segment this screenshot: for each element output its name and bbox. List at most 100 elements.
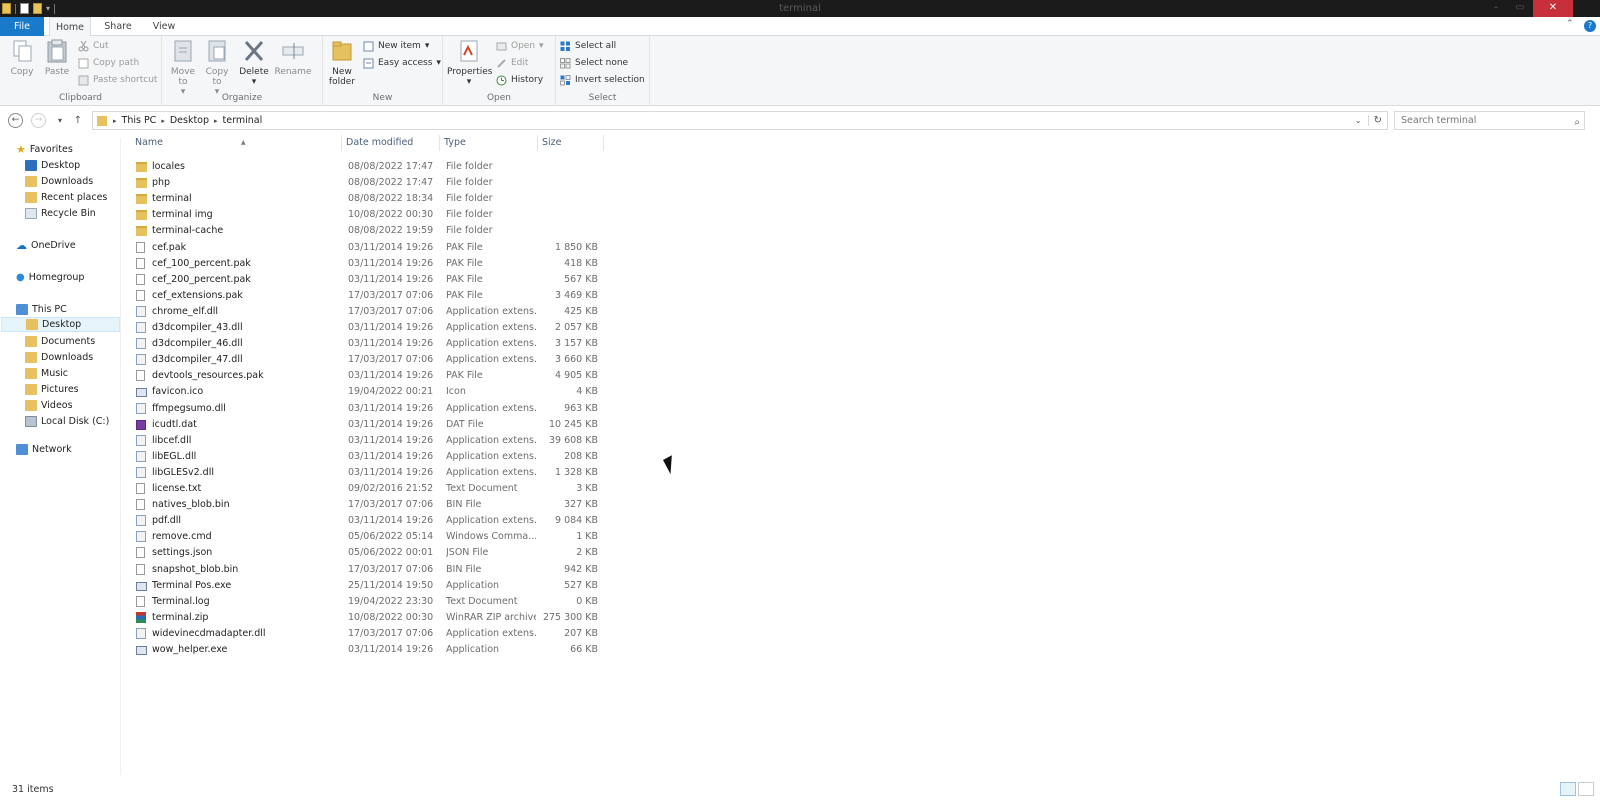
file-row[interactable]: Terminal.log 19/04/2022 23:30 Text Documen… [132, 594, 602, 610]
minimize-button[interactable]: – [1484, 0, 1508, 17]
file-date: 05/06/2022 00:01 [348, 547, 434, 559]
breadcrumb[interactable]: ▸ This PC ▸ Desktop ▸ terminal ⌄ ↻ [92, 111, 1388, 130]
file-row[interactable]: widevinecdmadapter.dll 17/03/2017 07:06 Ap… [132, 626, 602, 642]
delete-button[interactable]: Delete ▾ [236, 39, 272, 87]
file-row[interactable]: license.txt 09/02/2016 21:52 Text Document… [132, 481, 602, 497]
help-icon[interactable]: ? [1584, 20, 1596, 32]
close-button[interactable]: ✕ [1533, 0, 1573, 17]
properties-button[interactable]: Properties ▾ [447, 39, 492, 87]
file-type: Application extens... [446, 402, 536, 414]
file-row[interactable]: chrome_elf.dll 17/03/2017 07:06 Applicatio… [132, 304, 602, 320]
file-row[interactable]: libcef.dll 03/11/2014 19:26 Application ex… [132, 433, 602, 449]
file-row[interactable]: php 08/08/2022 17:47 File folder [132, 175, 602, 191]
large-icons-view-icon[interactable] [1578, 782, 1594, 796]
tab-view[interactable]: View [144, 17, 184, 36]
move-to-button[interactable]: Move to ▾ [166, 39, 200, 97]
tab-home[interactable]: Home [49, 17, 91, 37]
rename-button[interactable]: Rename [274, 39, 312, 77]
search-input[interactable]: Search terminal ⌕ [1394, 111, 1585, 130]
column-header-name[interactable]: ▲ Name [131, 135, 342, 151]
file-row[interactable]: d3dcompiler_43.dll 03/11/2014 19:26 Applic… [132, 320, 602, 336]
chevron-down-icon[interactable]: ⌄ [1355, 116, 1368, 125]
file-row[interactable]: libEGL.dll 03/11/2014 19:26 Application ex… [132, 449, 602, 465]
nav-network[interactable]: Network [16, 442, 72, 457]
copy-button[interactable]: Copy [6, 39, 38, 77]
edit-button[interactable]: Edit [496, 56, 528, 71]
open-button[interactable]: Open ▾ [496, 39, 544, 54]
maximize-button[interactable]: ▭ [1508, 0, 1532, 17]
file-row[interactable]: terminal img 10/08/2022 00:30 File folder [132, 207, 602, 223]
select-all-button[interactable]: Select all [560, 39, 616, 54]
tab-file[interactable]: File [0, 17, 44, 36]
file-row[interactable]: devtools_resources.pak 03/11/2014 19:26 PA… [132, 368, 602, 384]
column-header-date[interactable]: Date modified [342, 135, 440, 151]
nav-pc-pictures[interactable]: Pictures [25, 382, 79, 397]
details-view-icon[interactable] [1560, 782, 1576, 796]
nav-fav-desktop[interactable]: Desktop [25, 158, 80, 173]
back-button[interactable]: ← [8, 113, 23, 128]
file-row[interactable]: snapshot_blob.bin 17/03/2017 07:06 BIN Fil… [132, 562, 602, 578]
copy-path-button[interactable]: Copy path [78, 56, 139, 71]
file-row[interactable]: d3dcompiler_47.dll 17/03/2017 07:06 Applic… [132, 352, 602, 368]
history-button[interactable]: History [496, 73, 543, 88]
tab-share[interactable]: Share [96, 17, 140, 36]
new-folder-button[interactable]: New folder [325, 39, 359, 87]
file-name: cef.pak [152, 241, 187, 253]
nav-pc-downloads[interactable]: Downloads [25, 350, 93, 365]
file-size: 327 KB [564, 499, 598, 511]
file-row[interactable]: cef.pak 03/11/2014 19:26 PAK File 1 850 KB [132, 240, 602, 256]
breadcrumb-terminal[interactable]: terminal [218, 115, 268, 126]
nav-pc-desktop[interactable]: Desktop [1, 317, 120, 332]
nav-this-pc[interactable]: This PC [16, 302, 67, 317]
file-row[interactable]: remove.cmd 05/06/2022 05:14 Windows Comma.… [132, 529, 602, 545]
nav-fav-recycle[interactable]: Recycle Bin [25, 206, 96, 221]
title-bar: ▾ terminal – ▭ ✕ [0, 0, 1600, 17]
column-header-size[interactable]: Size [538, 135, 604, 151]
column-header-type[interactable]: Type [440, 135, 538, 151]
file-row[interactable]: cef_100_percent.pak 03/11/2014 19:26 PAK F… [132, 256, 602, 272]
new-item-button[interactable]: New item ▾ [363, 39, 429, 54]
nav-pc-local-disk[interactable]: Local Disk (C:) [25, 414, 109, 429]
file-row[interactable]: natives_blob.bin 17/03/2017 07:06 BIN File… [132, 497, 602, 513]
nav-fav-downloads[interactable]: Downloads [25, 174, 93, 189]
paste-shortcut-button[interactable]: Paste shortcut [78, 73, 157, 88]
breadcrumb-this-pc[interactable]: This PC [117, 115, 162, 126]
file-row[interactable]: cef_extensions.pak 17/03/2017 07:06 PAK Fi… [132, 288, 602, 304]
file-row[interactable]: Terminal Pos.exe 25/11/2014 19:50 Applicat… [132, 578, 602, 594]
chevron-up-icon[interactable]: ⌃ [1566, 19, 1574, 29]
paste-button[interactable]: Paste [40, 39, 74, 77]
file-row[interactable]: favicon.ico 19/04/2022 00:21 Icon 4 KB [132, 384, 602, 400]
nav-pc-music[interactable]: Music [25, 366, 68, 381]
nav-homegroup[interactable]: ● Homegroup [16, 270, 84, 285]
file-row[interactable]: d3dcompiler_46.dll 03/11/2014 19:26 Applic… [132, 336, 602, 352]
file-row[interactable]: wow_helper.exe 03/11/2014 19:26 Applicatio… [132, 642, 602, 658]
file-row[interactable]: cef_200_percent.pak 03/11/2014 19:26 PAK F… [132, 272, 602, 288]
cut-button[interactable]: Cut [78, 39, 109, 54]
nav-pc-documents[interactable]: Documents [25, 334, 95, 349]
nav-favorites[interactable]: ★ Favorites [16, 142, 73, 157]
up-button[interactable]: ↑ [70, 113, 86, 129]
file-row[interactable]: icudtl.dat 03/11/2014 19:26 DAT File 10 245… [132, 417, 602, 433]
file-row[interactable]: terminal.zip 10/08/2022 00:30 WinRAR ZIP a… [132, 610, 602, 626]
file-type: Text Document [446, 595, 518, 607]
copy-to-button[interactable]: Copy to ▾ [200, 39, 234, 97]
file-row[interactable]: settings.json 05/06/2022 00:01 JSON File 2 … [132, 545, 602, 561]
file-row[interactable]: pdf.dll 03/11/2014 19:26 Application exten… [132, 513, 602, 529]
search-icon[interactable]: ⌕ [1574, 114, 1580, 131]
forward-button[interactable]: → [31, 113, 46, 128]
recent-locations-button[interactable]: ▾ [52, 113, 68, 129]
select-none-button[interactable]: Select none [560, 56, 628, 71]
chevron-down-icon: ▾ [251, 77, 257, 87]
nav-onedrive[interactable]: ☁ OneDrive [16, 238, 76, 253]
invert-selection-button[interactable]: Invert selection [560, 73, 645, 88]
nav-pc-videos[interactable]: Videos [25, 398, 73, 413]
breadcrumb-desktop[interactable]: Desktop [165, 115, 214, 126]
easy-access-button[interactable]: Easy access ▾ [363, 56, 441, 71]
file-row[interactable]: libGLESv2.dll 03/11/2014 19:26 Application… [132, 465, 602, 481]
file-row[interactable]: terminal 08/08/2022 18:34 File folder [132, 191, 602, 207]
file-row[interactable]: terminal-cache 08/08/2022 19:59 File folde… [132, 223, 602, 239]
refresh-icon[interactable]: ↻ [1367, 115, 1387, 126]
nav-fav-recent[interactable]: Recent places [25, 190, 107, 205]
file-row[interactable]: ffmpegsumo.dll 03/11/2014 19:26 Applicatio… [132, 401, 602, 417]
file-row[interactable]: locales 08/08/2022 17:47 File folder [132, 159, 602, 175]
